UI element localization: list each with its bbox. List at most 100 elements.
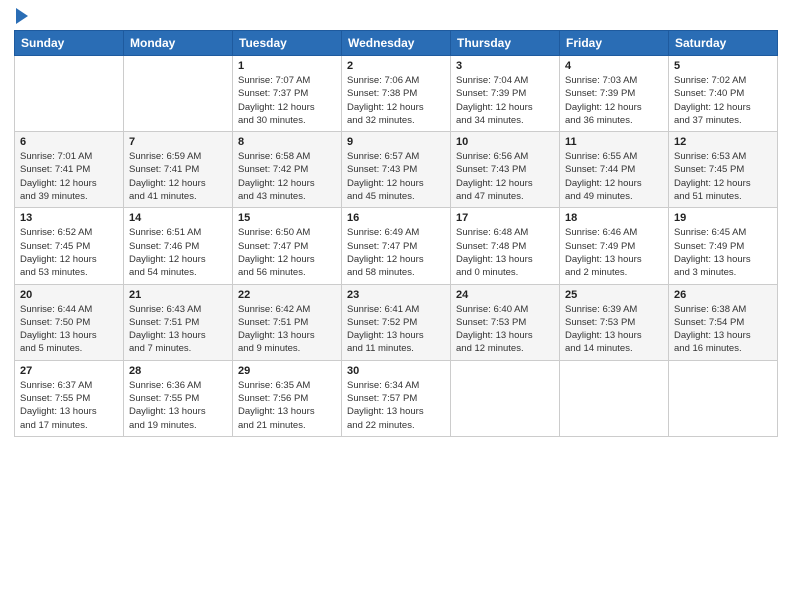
day-number: 11 [565, 136, 663, 148]
calendar-day-cell: 10 Sunrise: 6:56 AM Sunset: 7:43 PM Dayli… [451, 132, 560, 208]
day-number: 10 [456, 136, 554, 148]
day-of-week-header: Tuesday [233, 31, 342, 56]
day-info: Sunrise: 6:58 AM Sunset: 7:42 PM Dayligh… [238, 150, 336, 203]
day-info: Sunrise: 6:50 AM Sunset: 7:47 PM Dayligh… [238, 226, 336, 279]
calendar-day-cell: 24Sunrise: 6:40 AM Sunset: 7:53 PM Dayli… [451, 284, 560, 360]
day-info: Sunrise: 6:51 AM Sunset: 7:46 PM Dayligh… [129, 226, 227, 279]
calendar-day-cell: 21 Sunrise: 6:43 AM Sunset: 7:51 PM Dayli… [124, 284, 233, 360]
calendar-day-cell: 26 Sunrise: 6:38 AM Sunset: 7:54 PM Dayli… [669, 284, 778, 360]
day-info: Sunrise: 6:44 AM Sunset: 7:50 PM Dayligh… [20, 303, 118, 356]
day-info: Sunrise: 6:41 AM Sunset: 7:52 PM Dayligh… [347, 303, 445, 356]
day-info: Sunrise: 6:42 AM Sunset: 7:51 PM Dayligh… [238, 303, 336, 356]
day-info: Sunrise: 6:56 AM Sunset: 7:43 PM Dayligh… [456, 150, 554, 203]
day-of-week-header: Saturday [669, 31, 778, 56]
day-info: Sunrise: 6:53 AM Sunset: 7:45 PM Dayligh… [674, 150, 772, 203]
day-number: 26 [674, 289, 772, 301]
day-info: Sunrise: 7:03 AM Sunset: 7:39 PM Dayligh… [565, 74, 663, 127]
day-info: Sunrise: 7:01 AM Sunset: 7:41 PM Dayligh… [20, 150, 118, 203]
day-info: Sunrise: 6:37 AM Sunset: 7:55 PM Dayligh… [20, 379, 118, 432]
calendar-day-cell: 1 Sunrise: 7:07 AM Sunset: 7:37 PM Daylig… [233, 56, 342, 132]
day-number: 21 [129, 289, 227, 301]
calendar-day-cell: 18 Sunrise: 6:46 AM Sunset: 7:49 PM Dayli… [560, 208, 669, 284]
day-number: 23 [347, 289, 445, 301]
calendar-day-cell: 6 Sunrise: 7:01 AM Sunset: 7:41 PM Daylig… [15, 132, 124, 208]
calendar-day-cell: 17Sunrise: 6:48 AM Sunset: 7:48 PM Dayli… [451, 208, 560, 284]
calendar-day-cell [15, 56, 124, 132]
day-info: Sunrise: 6:55 AM Sunset: 7:44 PM Dayligh… [565, 150, 663, 203]
day-info: Sunrise: 6:43 AM Sunset: 7:51 PM Dayligh… [129, 303, 227, 356]
day-info: Sunrise: 7:06 AM Sunset: 7:38 PM Dayligh… [347, 74, 445, 127]
day-number: 2 [347, 60, 445, 72]
day-number: 19 [674, 212, 772, 224]
day-info: Sunrise: 6:36 AM Sunset: 7:55 PM Dayligh… [129, 379, 227, 432]
day-number: 29 [238, 365, 336, 377]
calendar-day-cell: 20 Sunrise: 6:44 AM Sunset: 7:50 PM Dayli… [15, 284, 124, 360]
day-number: 1 [238, 60, 336, 72]
calendar-table: SundayMondayTuesdayWednesdayThursdayFrid… [14, 30, 778, 437]
day-of-week-header: Wednesday [342, 31, 451, 56]
calendar-week-row: 1 Sunrise: 7:07 AM Sunset: 7:37 PM Daylig… [15, 56, 778, 132]
day-number: 20 [20, 289, 118, 301]
calendar-day-cell: 5 Sunrise: 7:02 AM Sunset: 7:40 PM Daylig… [669, 56, 778, 132]
day-number: 27 [20, 365, 118, 377]
calendar-day-cell [451, 360, 560, 436]
day-info: Sunrise: 6:38 AM Sunset: 7:54 PM Dayligh… [674, 303, 772, 356]
day-number: 6 [20, 136, 118, 148]
calendar-day-cell: 2 Sunrise: 7:06 AM Sunset: 7:38 PM Daylig… [342, 56, 451, 132]
day-number: 28 [129, 365, 227, 377]
day-info: Sunrise: 7:04 AM Sunset: 7:39 PM Dayligh… [456, 74, 554, 127]
calendar-day-cell: 3 Sunrise: 7:04 AM Sunset: 7:39 PM Daylig… [451, 56, 560, 132]
day-info: Sunrise: 7:07 AM Sunset: 7:37 PM Dayligh… [238, 74, 336, 127]
day-info: Sunrise: 7:02 AM Sunset: 7:40 PM Dayligh… [674, 74, 772, 127]
day-number: 8 [238, 136, 336, 148]
day-number: 13 [20, 212, 118, 224]
calendar-day-cell: 9 Sunrise: 6:57 AM Sunset: 7:43 PM Daylig… [342, 132, 451, 208]
day-info: Sunrise: 6:46 AM Sunset: 7:49 PM Dayligh… [565, 226, 663, 279]
calendar-day-cell: 29 Sunrise: 6:35 AM Sunset: 7:56 PM Dayli… [233, 360, 342, 436]
day-number: 3 [456, 60, 554, 72]
day-info: Sunrise: 6:49 AM Sunset: 7:47 PM Dayligh… [347, 226, 445, 279]
day-number: 16 [347, 212, 445, 224]
day-info: Sunrise: 6:57 AM Sunset: 7:43 PM Dayligh… [347, 150, 445, 203]
day-of-week-header: Friday [560, 31, 669, 56]
day-number: 14 [129, 212, 227, 224]
logo-arrow-icon [16, 8, 28, 24]
calendar-day-cell: 30 Sunrise: 6:34 AM Sunset: 7:57 PM Dayli… [342, 360, 451, 436]
calendar-day-cell: 22Sunrise: 6:42 AM Sunset: 7:51 PM Dayli… [233, 284, 342, 360]
calendar-day-cell: 25Sunrise: 6:39 AM Sunset: 7:53 PM Dayli… [560, 284, 669, 360]
calendar-day-cell: 14 Sunrise: 6:51 AM Sunset: 7:46 PM Dayli… [124, 208, 233, 284]
calendar-week-row: 6 Sunrise: 7:01 AM Sunset: 7:41 PM Daylig… [15, 132, 778, 208]
calendar-day-cell: 12 Sunrise: 6:53 AM Sunset: 7:45 PM Dayli… [669, 132, 778, 208]
calendar-day-cell: 28 Sunrise: 6:36 AM Sunset: 7:55 PM Dayli… [124, 360, 233, 436]
header [14, 10, 778, 24]
day-number: 18 [565, 212, 663, 224]
calendar-day-cell: 8 Sunrise: 6:58 AM Sunset: 7:42 PM Daylig… [233, 132, 342, 208]
header-row: SundayMondayTuesdayWednesdayThursdayFrid… [15, 31, 778, 56]
page: SundayMondayTuesdayWednesdayThursdayFrid… [0, 0, 792, 612]
day-number: 4 [565, 60, 663, 72]
day-info: Sunrise: 6:34 AM Sunset: 7:57 PM Dayligh… [347, 379, 445, 432]
calendar-week-row: 27 Sunrise: 6:37 AM Sunset: 7:55 PM Dayli… [15, 360, 778, 436]
day-info: Sunrise: 6:52 AM Sunset: 7:45 PM Dayligh… [20, 226, 118, 279]
calendar-day-cell: 13 Sunrise: 6:52 AM Sunset: 7:45 PM Dayli… [15, 208, 124, 284]
logo [14, 10, 28, 24]
day-number: 30 [347, 365, 445, 377]
calendar-day-cell: 11 Sunrise: 6:55 AM Sunset: 7:44 PM Dayli… [560, 132, 669, 208]
day-number: 12 [674, 136, 772, 148]
day-info: Sunrise: 6:45 AM Sunset: 7:49 PM Dayligh… [674, 226, 772, 279]
day-number: 5 [674, 60, 772, 72]
day-of-week-header: Monday [124, 31, 233, 56]
calendar-day-cell [124, 56, 233, 132]
calendar-day-cell: 15 Sunrise: 6:50 AM Sunset: 7:47 PM Dayli… [233, 208, 342, 284]
calendar-day-cell: 4 Sunrise: 7:03 AM Sunset: 7:39 PM Daylig… [560, 56, 669, 132]
day-info: Sunrise: 6:35 AM Sunset: 7:56 PM Dayligh… [238, 379, 336, 432]
day-info: Sunrise: 6:48 AM Sunset: 7:48 PM Dayligh… [456, 226, 554, 279]
day-info: Sunrise: 6:40 AM Sunset: 7:53 PM Dayligh… [456, 303, 554, 356]
day-info: Sunrise: 6:59 AM Sunset: 7:41 PM Dayligh… [129, 150, 227, 203]
calendar-day-cell: 19 Sunrise: 6:45 AM Sunset: 7:49 PM Dayli… [669, 208, 778, 284]
day-number: 9 [347, 136, 445, 148]
calendar-day-cell: 23 Sunrise: 6:41 AM Sunset: 7:52 PM Dayli… [342, 284, 451, 360]
calendar-day-cell [669, 360, 778, 436]
day-number: 15 [238, 212, 336, 224]
day-number: 7 [129, 136, 227, 148]
